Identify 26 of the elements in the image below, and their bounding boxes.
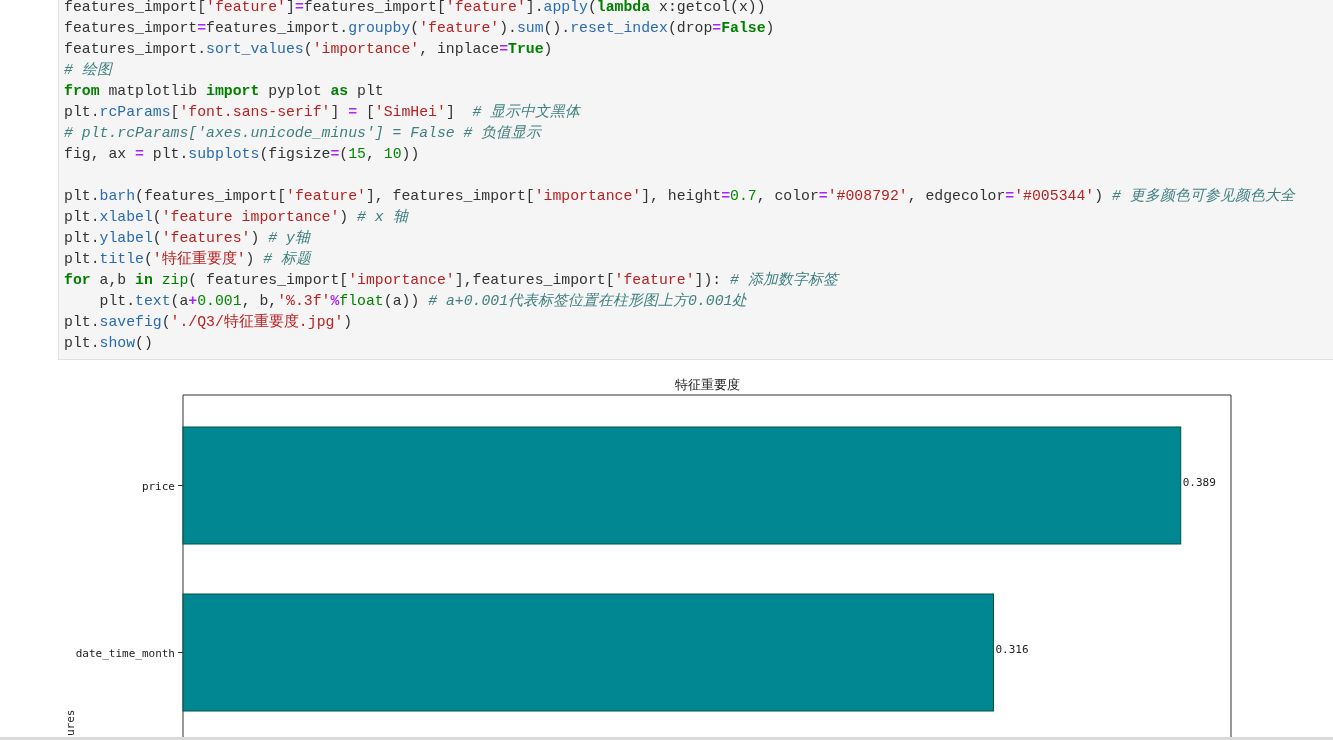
code-cell[interactable]: [58, 0, 1333, 360]
code-line: from matplotlib import pyplot as plt: [64, 82, 385, 101]
code-line: plt.title('特征重要度') # 标题: [64, 249, 313, 269]
category-label: date_time_month: [75, 646, 175, 660]
code-line: plt.rcParams['font.sans-serif'] = ['SimHei'] # 显示中文黑体: [64, 102, 582, 122]
code-line: features_import=features_import.groupby('feature').sum().reset_index(drop=False): [64, 19, 776, 38]
code-line: plt.ylabel('features') # y轴: [64, 229, 312, 248]
tick-mark: [177, 485, 184, 486]
code-line: for a,b in zip( features_import['importance'],features_import['feature']): # 添加数字标签: [64, 270, 841, 290]
chart-title: 特征重要度: [674, 377, 740, 392]
code-line: # 绘图: [64, 61, 114, 80]
value-label: 0.389: [1182, 475, 1216, 489]
code-line: plt.show(): [64, 334, 154, 353]
code-line: plt.xlabel('feature importance') # x 轴: [64, 208, 410, 227]
code-line: plt.barh(features_import['feature'], features_import['importance'], height=0.7, color='#008792', edgecolor='#005344') # 更多颜色可参见颜色大全: [64, 186, 1297, 206]
category-label: price: [141, 479, 175, 493]
code-line: plt.text(a+0.001, b,'%.3f'%float(a)) # a+0.001代表标签位置在柱形图上方0.001处: [98, 291, 749, 311]
code-line: features_import.sort_values('importance', inplace=True): [64, 40, 554, 59]
y-axis-label: ures: [64, 709, 77, 736]
code-line: fig, ax = plt.subplots(figsize=(15, 10)): [64, 145, 421, 164]
code-line: plt.savefig('./Q3/特征重要度.jpg'): [64, 312, 354, 332]
tick-mark: [177, 652, 184, 653]
code-line: features_import['feature']=features_import['feature'].apply(lambda x:getcol(x)): [64, 0, 767, 17]
horizontal-scrollbar[interactable]: [0, 737, 1333, 740]
code-line: # plt.rcParams['axes.unicode_minus'] = False # 负值显示: [64, 124, 543, 143]
value-label: 0.316: [995, 642, 1029, 656]
